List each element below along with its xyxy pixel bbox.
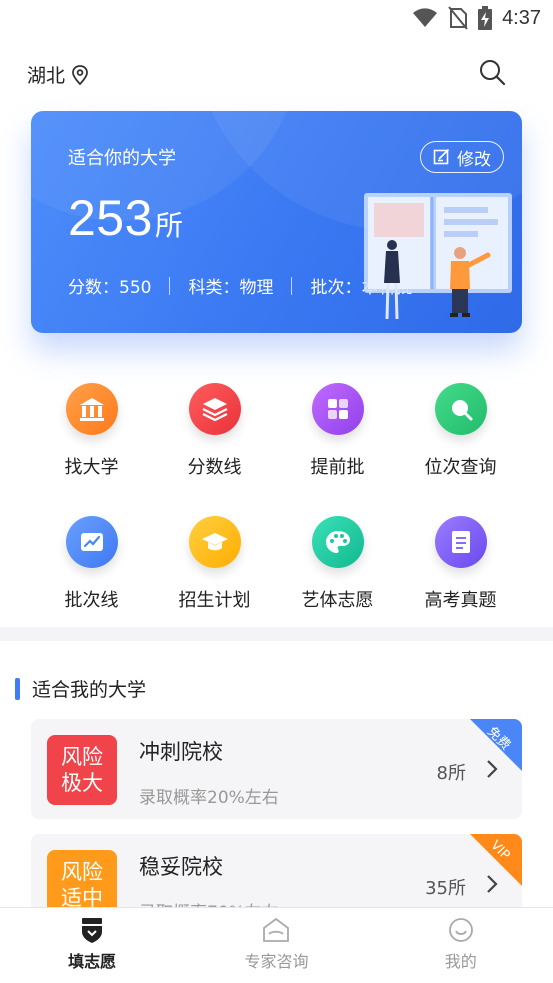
info-separator: [169, 276, 171, 295]
university-tier-card[interactable]: 风险 极大 冲刺院校 录取概率20%左右 8所 免费: [31, 719, 522, 819]
palette-icon: [311, 516, 364, 568]
no-sim-icon: [448, 6, 468, 30]
location-selector[interactable]: 湖北: [27, 61, 89, 88]
university-icon: [65, 383, 118, 435]
wifi-icon: [413, 8, 438, 27]
nav-label: 我的: [444, 952, 477, 971]
feature-label: 找大学: [64, 457, 119, 478]
feature-find-university[interactable]: 找大学: [30, 383, 153, 516]
nav-label: 专家咨询: [244, 952, 309, 971]
edit-button[interactable]: 修改: [420, 141, 504, 173]
feature-rank-query[interactable]: 位次查询: [399, 383, 522, 516]
feature-label: 批次线: [64, 590, 119, 611]
shield-heart-icon: [82, 918, 103, 943]
location-label: 湖北: [27, 65, 66, 87]
info-separator: [291, 276, 293, 295]
feature-grid: 找大学 分数线 提前批 位次查询 批次线 招生计划 艺体志愿 高考真题: [30, 383, 522, 649]
feature-label: 招生计划: [178, 590, 251, 611]
feature-label: 提前批: [310, 457, 365, 478]
tier-probability: 录取概率20%左右: [139, 788, 279, 808]
subject-value: 科类：物理: [188, 278, 274, 298]
score-value: 分数：550: [68, 278, 152, 298]
nav-expert-consult[interactable]: 专家咨询: [206, 908, 346, 983]
exam-paper-icon: [434, 516, 487, 568]
location-pin-icon: [72, 64, 88, 85]
risk-badge-line: 风险: [61, 860, 103, 884]
status-time: 4:37: [502, 6, 541, 29]
edit-icon: [433, 148, 450, 165]
section-divider: [0, 627, 553, 641]
university-count: 253 所: [68, 189, 183, 247]
feature-label: 位次查询: [424, 457, 497, 478]
trend-chart-icon: [65, 516, 118, 568]
tier-count: 8所: [436, 763, 466, 784]
nav-label: 填志愿: [68, 952, 117, 971]
risk-badge-line: 风险: [61, 745, 103, 769]
search-icon[interactable]: [477, 57, 507, 87]
feature-label: 分数线: [187, 457, 242, 478]
tier-title: 稳妥院校: [139, 855, 223, 879]
section-accent-bar: [15, 677, 20, 700]
feature-label: 艺体志愿: [301, 590, 374, 611]
university-count-unit: 所: [154, 209, 183, 242]
header: 湖北: [0, 55, 553, 95]
university-count-number: 253: [68, 190, 153, 246]
risk-badge-line: 极大: [61, 771, 103, 795]
layers-icon: [188, 383, 241, 435]
graduation-cap-icon: [188, 516, 241, 568]
feature-label: 高考真题: [424, 590, 497, 611]
search-icon: [434, 383, 487, 435]
blocks-icon: [311, 383, 364, 435]
nav-profile[interactable]: 我的: [391, 908, 531, 983]
feature-early-batch[interactable]: 提前批: [276, 383, 399, 516]
tier-count: 35所: [425, 878, 466, 899]
feature-row: 找大学 分数线 提前批 位次查询: [30, 383, 522, 516]
hero-illustration: [364, 193, 512, 320]
bottom-nav: 填志愿 专家咨询 我的: [0, 907, 553, 983]
edit-button-label: 修改: [457, 149, 491, 170]
hero-title: 适合你的大学: [68, 148, 176, 169]
section-title-text: 适合我的大学: [32, 679, 147, 701]
risk-badge: 风险 极大: [47, 735, 117, 805]
nav-fill-application[interactable]: 填志愿: [22, 908, 162, 983]
app-screen: 4:37 湖北 适合你的大学 修改 253 所 分数：550 科类：物理 批次：…: [0, 0, 553, 983]
recommended-universities-card[interactable]: 适合你的大学 修改 253 所 分数：550 科类：物理 批次：本科批: [31, 111, 522, 333]
house-icon: [263, 917, 290, 942]
feature-score-line[interactable]: 分数线: [153, 383, 276, 516]
section-title: 适合我的大学: [15, 675, 146, 702]
tier-title: 冲刺院校: [139, 740, 223, 764]
battery-charging-icon: [478, 6, 493, 30]
smiley-icon: [448, 918, 473, 942]
status-bar: 4:37: [0, 0, 553, 38]
